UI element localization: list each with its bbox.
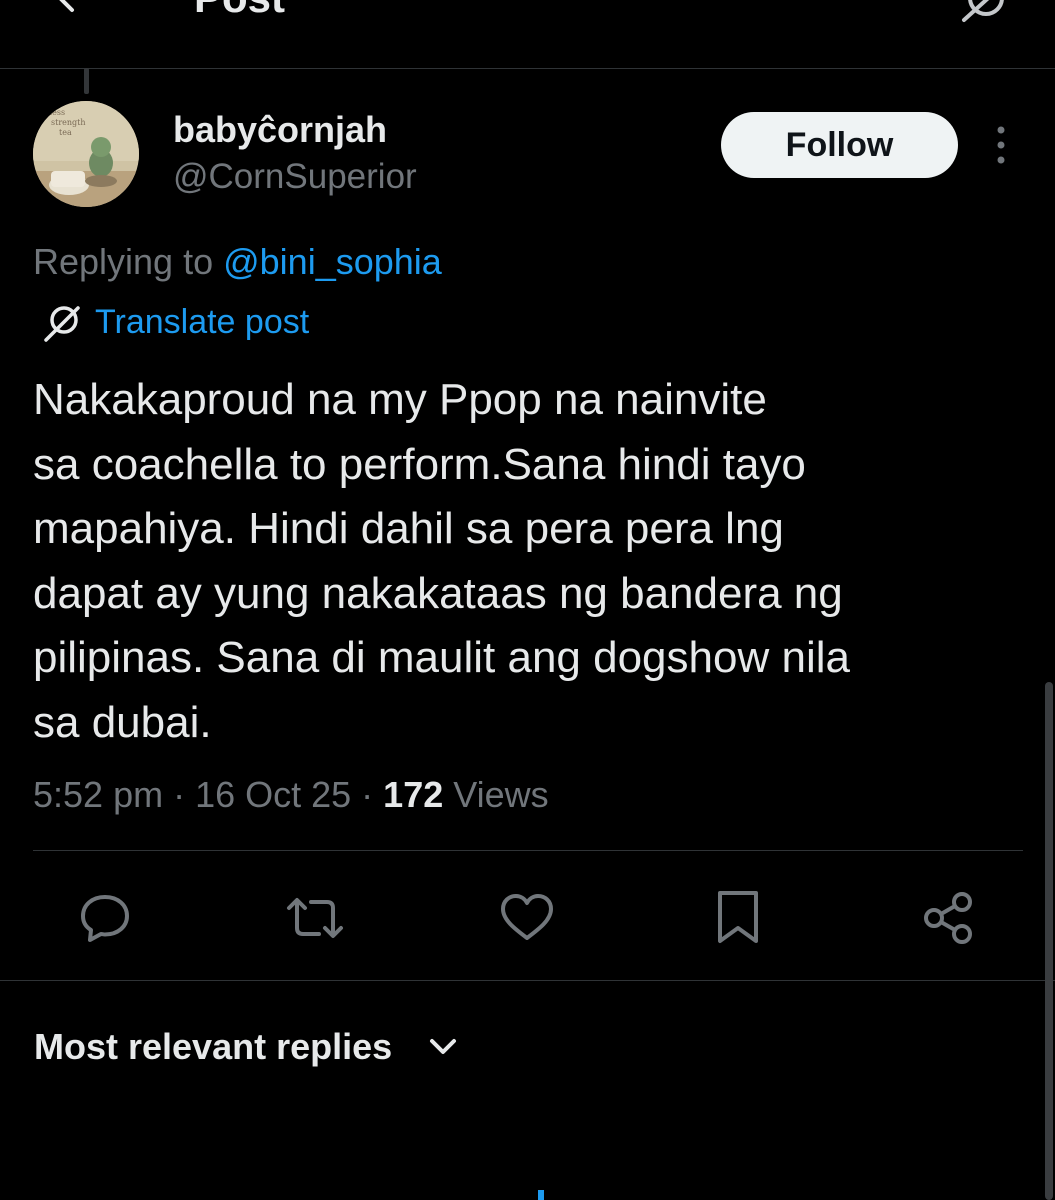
views-count[interactable]: 172 [383,774,443,815]
post-meta: 5:52 pm · 16 Oct 25 · 172 Views [33,773,549,817]
translate-post-label: Translate post [95,303,310,341]
more-options-icon[interactable] [986,122,1016,168]
translate-icon [42,304,82,344]
svg-text:ness: ness [47,108,65,117]
follow-button[interactable]: Follow [721,112,958,178]
reply-mention-link[interactable]: @bini_sophia [223,241,442,282]
divider [33,850,1023,851]
replying-to-prefix: Replying to [33,241,224,282]
post-time[interactable]: 5:52 pm [33,774,163,815]
bookmark-icon[interactable] [708,888,768,948]
post-text-line: Nakakaproud na my Ppop na nainvite [33,375,767,424]
views-label: Views [443,774,549,815]
page-title: Post [194,0,285,26]
post-text-line: pilipinas. Sana di maulit ang dogshow ni… [33,633,850,683]
svg-text:strength: strength [51,118,86,127]
scrollbar[interactable] [1045,682,1053,1200]
grok-icon[interactable] [958,0,1010,24]
post-detail-page: Post ness strength tea babyĉornjah @Corn… [0,0,1055,1200]
like-icon[interactable] [497,888,557,948]
loading-indicator [538,1190,544,1200]
share-icon[interactable] [918,888,978,948]
divider [0,980,1055,981]
reply-icon[interactable] [75,888,135,948]
author-handle[interactable]: @CornSuperior [173,155,417,199]
thread-connector-line [84,68,89,94]
avatar[interactable]: ness strength tea [33,101,139,207]
post-text-line: sa dubai. [33,697,212,747]
top-bar: Post [0,0,1055,69]
replies-sort-label: Most relevant replies [34,1026,393,1067]
post-text-line: mapahiya. Hindi dahil sa pera pera lng [33,504,784,554]
replies-sort-dropdown[interactable]: Most relevant replies [34,1024,456,1070]
author-display-name[interactable]: babyĉornjah [173,108,387,152]
post-text: Nakakaproud na my Ppop na nainvite sa co… [33,368,993,756]
repost-icon[interactable] [285,888,345,948]
svg-text:tea: tea [59,128,72,137]
post-text-line: sa coachella to perform.Sana hindi tayo [33,439,806,489]
meta-separator: · [163,774,196,815]
post-text-line: dapat ay yung nakakataas ng bandera ng [33,568,843,618]
post-date[interactable]: 16 Oct 25 [195,774,351,815]
chevron-down-icon [426,1032,460,1062]
replying-to: Replying to @bini_sophia [33,240,442,284]
back-arrow-icon[interactable] [46,0,86,18]
meta-separator: · [351,774,384,815]
